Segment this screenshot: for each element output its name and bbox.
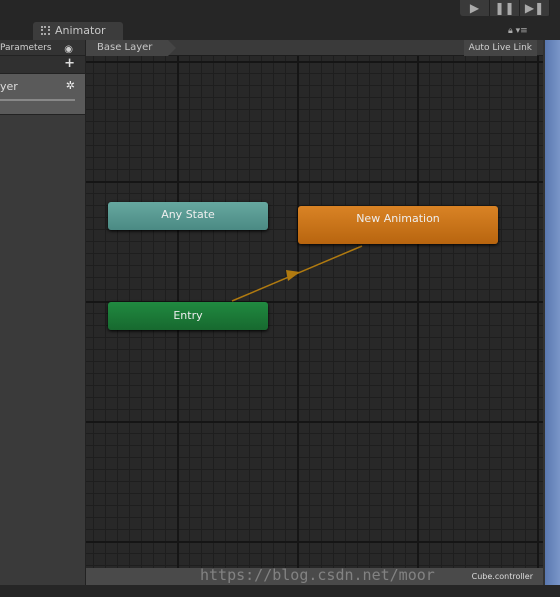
graph-toolbar: Base Layer Auto Live Link xyxy=(86,40,543,56)
step-button[interactable]: ▶❚ xyxy=(520,0,550,16)
playback-controls: ▶ ❚❚ ▶❚ xyxy=(460,0,550,16)
state-any-state[interactable]: Any State xyxy=(108,202,268,230)
tab-title: Animator xyxy=(55,24,106,37)
layer-item-base[interactable]: yer ✲ xyxy=(0,74,85,115)
state-machine-graph[interactable]: Any State New Animation Entry xyxy=(86,56,543,568)
play-button[interactable]: ▶ xyxy=(460,0,490,16)
layer-toolbar: + xyxy=(0,56,85,74)
animator-icon xyxy=(41,26,50,35)
scene-view-edge xyxy=(543,40,560,585)
layer-weight-slider[interactable] xyxy=(0,99,75,101)
parameters-label: Parameters xyxy=(0,43,52,53)
transition-arrow-icon xyxy=(286,270,300,281)
tab-animator[interactable]: Animator xyxy=(33,22,123,40)
state-entry[interactable]: Entry xyxy=(108,302,268,330)
add-layer-button[interactable]: + xyxy=(64,56,75,71)
pause-button[interactable]: ❚❚ xyxy=(490,0,520,16)
state-new-animation[interactable]: New Animation xyxy=(298,206,498,244)
gear-icon[interactable]: ✲ xyxy=(66,79,75,92)
lock-menu-icon[interactable]: 🔒︎ ▾≡ xyxy=(508,26,528,36)
watermark: https://blog.csdn.net/moor xyxy=(200,566,435,584)
breadcrumb[interactable]: Base Layer xyxy=(86,40,176,56)
parameters-tab[interactable]: Parameters ◉ xyxy=(0,40,85,56)
auto-live-link-button[interactable]: Auto Live Link xyxy=(463,40,537,56)
layers-panel: Parameters ◉ + yer ✲ xyxy=(0,40,86,585)
layer-name: yer xyxy=(0,80,18,93)
